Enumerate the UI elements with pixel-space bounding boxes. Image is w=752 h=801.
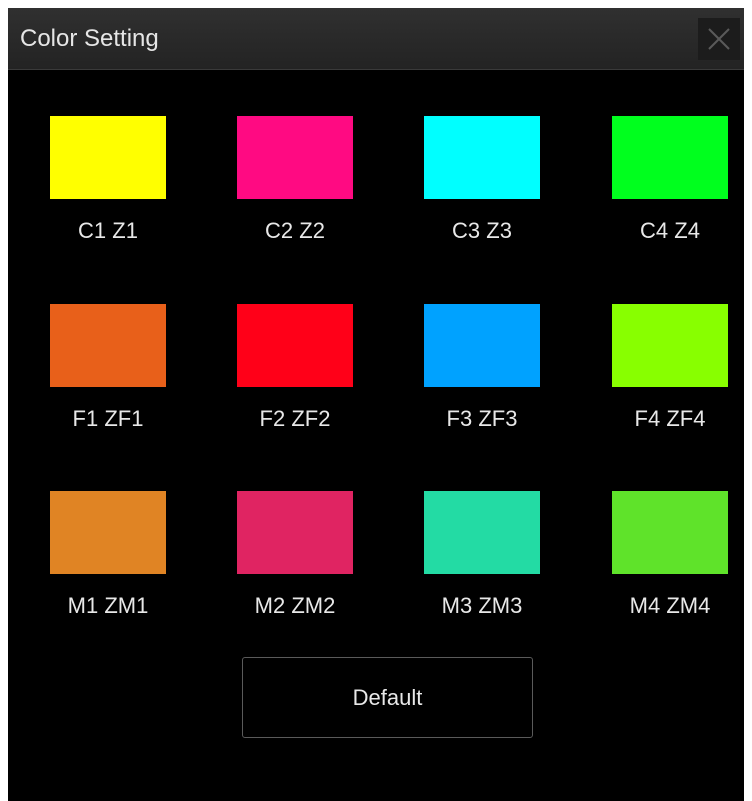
color-swatch[interactable] <box>612 491 728 574</box>
color-swatch[interactable] <box>424 304 540 387</box>
swatch-label: C2 Z2 <box>265 218 325 243</box>
swatch-f4-zf4[interactable]: F4 ZF4 <box>590 304 750 432</box>
swatch-c1-z1[interactable]: C1 Z1 <box>28 116 188 244</box>
color-swatch[interactable] <box>237 116 353 199</box>
swatch-m4-zm4[interactable]: M4 ZM4 <box>590 491 750 619</box>
color-swatch[interactable] <box>612 304 728 387</box>
swatch-label: C1 Z1 <box>78 218 138 243</box>
swatch-c2-z2[interactable]: C2 Z2 <box>215 116 375 244</box>
swatch-f3-zf3[interactable]: F3 ZF3 <box>402 304 562 432</box>
swatch-c4-z4[interactable]: C4 Z4 <box>590 116 750 244</box>
color-swatch[interactable] <box>612 116 728 199</box>
color-setting-dialog: Color Setting C1 Z1 C2 Z2 C3 Z3 C4 Z4 F1… <box>8 8 744 801</box>
default-button[interactable]: Default <box>242 657 533 738</box>
close-button[interactable] <box>698 18 740 60</box>
swatch-f1-zf1[interactable]: F1 ZF1 <box>28 304 188 432</box>
color-swatch[interactable] <box>424 116 540 199</box>
swatch-f2-zf2[interactable]: F2 ZF2 <box>215 304 375 432</box>
swatch-label: C4 Z4 <box>640 218 700 243</box>
close-icon <box>708 28 730 50</box>
swatch-label: M2 ZM2 <box>254 593 336 618</box>
color-swatch[interactable] <box>50 491 166 574</box>
swatch-label: M4 ZM4 <box>629 593 711 618</box>
swatch-label: M3 ZM3 <box>441 593 523 618</box>
dialog-title: Color Setting <box>20 25 159 52</box>
swatch-m3-zm3[interactable]: M3 ZM3 <box>402 491 562 619</box>
swatch-label: F4 ZF4 <box>634 406 706 431</box>
color-swatch[interactable] <box>50 304 166 387</box>
swatch-label: M1 ZM1 <box>67 593 149 618</box>
swatch-label: F3 ZF3 <box>446 406 518 431</box>
color-swatch[interactable] <box>237 491 353 574</box>
color-swatch[interactable] <box>50 116 166 199</box>
color-swatch[interactable] <box>237 304 353 387</box>
swatch-label: C3 Z3 <box>452 218 512 243</box>
swatch-label: F1 ZF1 <box>72 406 144 431</box>
swatch-label: F2 ZF2 <box>259 406 331 431</box>
swatch-m2-zm2[interactable]: M2 ZM2 <box>215 491 375 619</box>
color-swatch[interactable] <box>424 491 540 574</box>
swatch-m1-zm1[interactable]: M1 ZM1 <box>28 491 188 619</box>
dialog-titlebar: Color Setting <box>8 8 744 70</box>
swatch-c3-z3[interactable]: C3 Z3 <box>402 116 562 244</box>
